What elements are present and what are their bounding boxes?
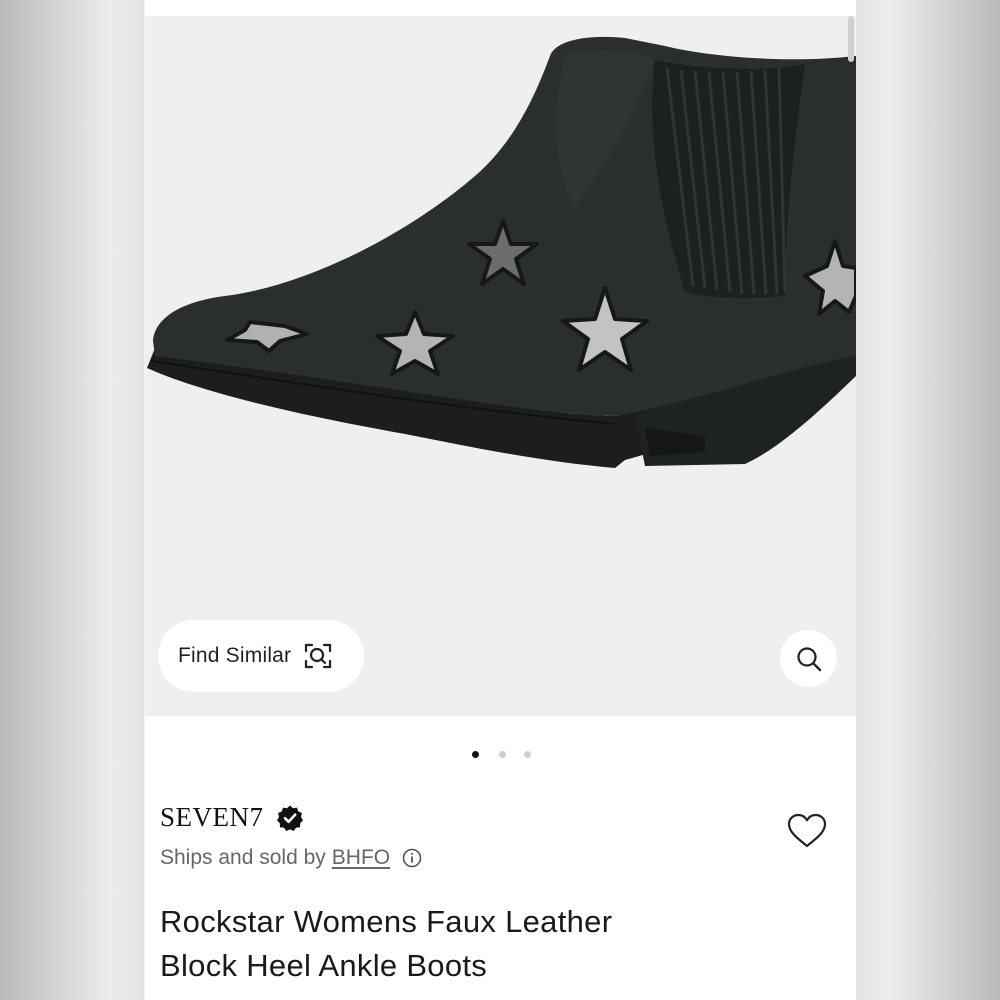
seller-row: Ships and sold by BHFO	[160, 846, 422, 870]
heart-icon	[787, 813, 827, 848]
image-scroll-indicator	[848, 16, 854, 62]
search-icon	[796, 646, 821, 671]
product-title: Rockstar Womens Faux Leather Block Heel …	[160, 900, 720, 988]
brand-row: SEVEN7	[160, 802, 304, 833]
pagination-dot-3[interactable]	[524, 751, 531, 758]
top-strip	[145, 0, 856, 16]
info-icon[interactable]	[402, 848, 422, 868]
seller-link[interactable]: BHFO	[332, 846, 390, 870]
ships-sold-by-text: Ships and sold by	[160, 846, 326, 869]
brand-name[interactable]: SEVEN7	[160, 802, 264, 833]
find-similar-label: Find Similar	[178, 644, 292, 667]
product-page: Find Similar SEVEN7 Ships and sold by BH…	[145, 0, 856, 1000]
pagination-dot-1[interactable]	[472, 751, 479, 758]
verified-badge-icon	[276, 805, 303, 831]
product-image-gallery[interactable]: Find Similar	[145, 16, 856, 716]
camera-search-icon	[305, 643, 332, 669]
product-title-line-1: Rockstar Womens Faux Leather	[160, 904, 613, 939]
wishlist-button[interactable]	[785, 810, 829, 854]
image-pagination-dots	[145, 748, 856, 760]
zoom-button[interactable]	[780, 630, 837, 687]
product-image	[147, 36, 856, 468]
find-similar-button[interactable]: Find Similar	[158, 620, 364, 692]
pagination-dot-2[interactable]	[499, 751, 506, 758]
product-title-line-2: Block Heel Ankle Boots	[160, 948, 488, 983]
